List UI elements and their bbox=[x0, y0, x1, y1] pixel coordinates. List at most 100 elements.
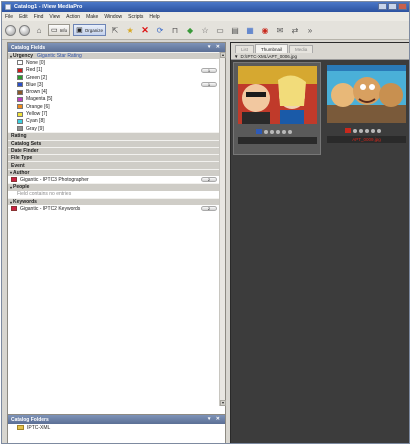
urgency-item[interactable]: Brown [4] bbox=[8, 88, 225, 95]
menu-make[interactable]: Make bbox=[86, 14, 98, 20]
menu-view[interactable]: View bbox=[49, 14, 60, 20]
menu-file[interactable]: File bbox=[5, 14, 13, 20]
menu-edit[interactable]: Edit bbox=[19, 14, 28, 20]
folder-item-label: IPTC-XML bbox=[27, 424, 51, 431]
urgency-item[interactable]: Blue [3] 1 bbox=[8, 81, 225, 88]
urgency-item[interactable]: Gray [9] bbox=[8, 125, 225, 132]
urgency-item[interactable]: Yellow [7] bbox=[8, 110, 225, 117]
scroll-up-icon[interactable]: ▴ bbox=[220, 52, 226, 58]
section-catalog-sets[interactable]: Catalog Sets bbox=[8, 139, 225, 147]
thumbnail-image[interactable] bbox=[327, 65, 406, 123]
tab-list[interactable]: List bbox=[235, 45, 255, 53]
export-icon[interactable]: ▦ bbox=[244, 25, 256, 36]
section-rating[interactable]: Rating bbox=[8, 132, 225, 140]
import-icon[interactable]: ⇱ bbox=[109, 25, 121, 36]
label-color-icon bbox=[345, 128, 351, 133]
thumbnail-label bbox=[238, 137, 317, 144]
expander-open-icon[interactable]: ▾ bbox=[10, 185, 12, 190]
urgency-item-label: Cyan [8] bbox=[26, 118, 45, 125]
section-catalog-sets-label: Catalog Sets bbox=[11, 140, 42, 147]
section-date-finder[interactable]: Date Finder bbox=[8, 146, 225, 155]
view-tabs: List Thumbnail Media bbox=[231, 43, 409, 53]
app-window: Catalog1 - iView MediaPro File Edit Find… bbox=[1, 1, 410, 444]
print-icon[interactable]: ▤ bbox=[229, 25, 241, 36]
path-bar: ▼ D:\IPTC-XML\APT_0006.jpg bbox=[231, 53, 409, 60]
urgency-item[interactable]: None [0] bbox=[8, 59, 225, 66]
section-urgency[interactable]: ▾ Urgency Gigantic Star Rating bbox=[8, 52, 225, 60]
menu-action[interactable]: Action bbox=[66, 14, 80, 20]
maximize-button[interactable] bbox=[388, 3, 397, 10]
forward-button[interactable] bbox=[19, 24, 30, 36]
keyword-tag-icon bbox=[11, 177, 17, 183]
filter-icon[interactable]: ⊓ bbox=[169, 25, 181, 36]
info-icon: ▭ bbox=[51, 26, 58, 34]
catalog-fields-title: Catalog Fields bbox=[11, 44, 46, 51]
section-date-finder-label: Date Finder bbox=[11, 148, 39, 154]
slideshow-icon[interactable]: ▭ bbox=[214, 25, 226, 36]
urgency-subset-label: Gigantic Star Rating bbox=[37, 53, 82, 60]
star-icon[interactable]: ★ bbox=[124, 25, 136, 36]
urgency-item[interactable]: Red [1] 1 bbox=[8, 67, 225, 74]
minimize-button[interactable] bbox=[378, 3, 387, 10]
panel-controls-icon[interactable]: ▾ ✕ bbox=[208, 44, 222, 50]
urgency-item[interactable]: Magenta [5] bbox=[8, 96, 225, 103]
menu-find[interactable]: Find bbox=[34, 14, 44, 20]
keyword-item-label: Gigantic - IPTC2 Keywords bbox=[20, 205, 81, 212]
keyword-tag-icon bbox=[11, 206, 17, 212]
back-button[interactable] bbox=[5, 24, 16, 36]
tab-thumbnail[interactable]: Thumbnail bbox=[255, 44, 289, 53]
expander-open-icon[interactable]: ▾ bbox=[10, 170, 12, 175]
thumbnail-picture bbox=[327, 65, 406, 123]
thumbnail-cell[interactable] bbox=[233, 62, 321, 155]
catalog-folders-header[interactable]: Catalog Folders ▾ ✕ bbox=[8, 415, 225, 424]
keyword-item[interactable]: Gigantic - IPTC2 Keywords 2 bbox=[8, 205, 225, 212]
app-icon bbox=[5, 4, 11, 10]
label-icon[interactable]: ◆ bbox=[184, 25, 196, 36]
section-event[interactable]: Event bbox=[8, 161, 225, 169]
expander-open-icon[interactable]: ▾ bbox=[10, 54, 12, 59]
panel-controls-icon[interactable]: ▾ ✕ bbox=[208, 416, 222, 422]
home-icon[interactable]: ⌂ bbox=[33, 25, 45, 36]
catalog-fields-header[interactable]: Catalog Fields ▾ ✕ bbox=[8, 43, 225, 52]
catalog-fields-panel: Catalog Fields ▾ ✕ ▾ Urgency Gigantic St… bbox=[7, 42, 226, 415]
menu-window[interactable]: Window bbox=[104, 14, 122, 20]
delete-icon[interactable]: ✕ bbox=[139, 25, 151, 36]
count-badge: 2 bbox=[201, 177, 217, 183]
section-file-type[interactable]: File Type bbox=[8, 154, 225, 162]
thumbnail-rating-dots[interactable] bbox=[345, 128, 381, 133]
tab-media[interactable]: Media bbox=[289, 45, 314, 53]
organize-button[interactable]: ▣ Organize bbox=[73, 24, 107, 36]
rating-icon[interactable]: ☆ bbox=[199, 25, 211, 36]
thumbnail-image[interactable] bbox=[238, 66, 317, 124]
section-keywords[interactable]: ▾ Keywords bbox=[8, 197, 225, 206]
section-people[interactable]: ▾ People bbox=[8, 183, 225, 191]
expander-open-icon[interactable]: ▾ bbox=[10, 200, 12, 205]
color-swatch-icon bbox=[17, 89, 23, 95]
section-author[interactable]: ▾ Author bbox=[8, 168, 225, 177]
urgency-item-label: Red [1] bbox=[26, 67, 43, 74]
vertical-scrollbar[interactable]: ▴ ▾ bbox=[219, 52, 226, 406]
close-button[interactable] bbox=[398, 3, 407, 10]
refresh-icon[interactable]: ⟳ bbox=[154, 25, 166, 36]
email-icon[interactable]: ✉ bbox=[274, 25, 286, 36]
urgency-item[interactable]: Cyan [8] bbox=[8, 118, 225, 125]
author-item[interactable]: Gigantic - IPTC3 Photographer 2 bbox=[8, 176, 225, 183]
menu-help[interactable]: Help bbox=[149, 14, 159, 20]
scroll-down-icon[interactable]: ▾ bbox=[220, 400, 226, 406]
rating-dot-icon bbox=[365, 128, 369, 133]
urgency-item[interactable]: Orange [6] bbox=[8, 103, 225, 110]
menu-scripts[interactable]: Scripts bbox=[128, 14, 143, 20]
window-title: Catalog1 - iView MediaPro bbox=[14, 4, 83, 10]
info-button[interactable]: ▭ Info bbox=[48, 24, 71, 36]
web-icon[interactable]: ◉ bbox=[259, 25, 271, 36]
urgency-item-label: None [0] bbox=[26, 59, 45, 66]
thumbnail-cell[interactable]: APT_0009.jpg bbox=[323, 62, 409, 155]
rating-dot-icon bbox=[377, 128, 381, 133]
folder-item[interactable]: IPTC-XML bbox=[8, 424, 225, 431]
transfer-icon[interactable]: ⇄ bbox=[289, 25, 301, 36]
section-keywords-label: Keywords bbox=[13, 199, 37, 206]
more-icon[interactable]: » bbox=[304, 25, 316, 36]
thumbnail-rating-dots[interactable] bbox=[256, 129, 292, 134]
urgency-item[interactable]: Green [2] bbox=[8, 74, 225, 81]
count-badge: 1 bbox=[201, 67, 217, 73]
